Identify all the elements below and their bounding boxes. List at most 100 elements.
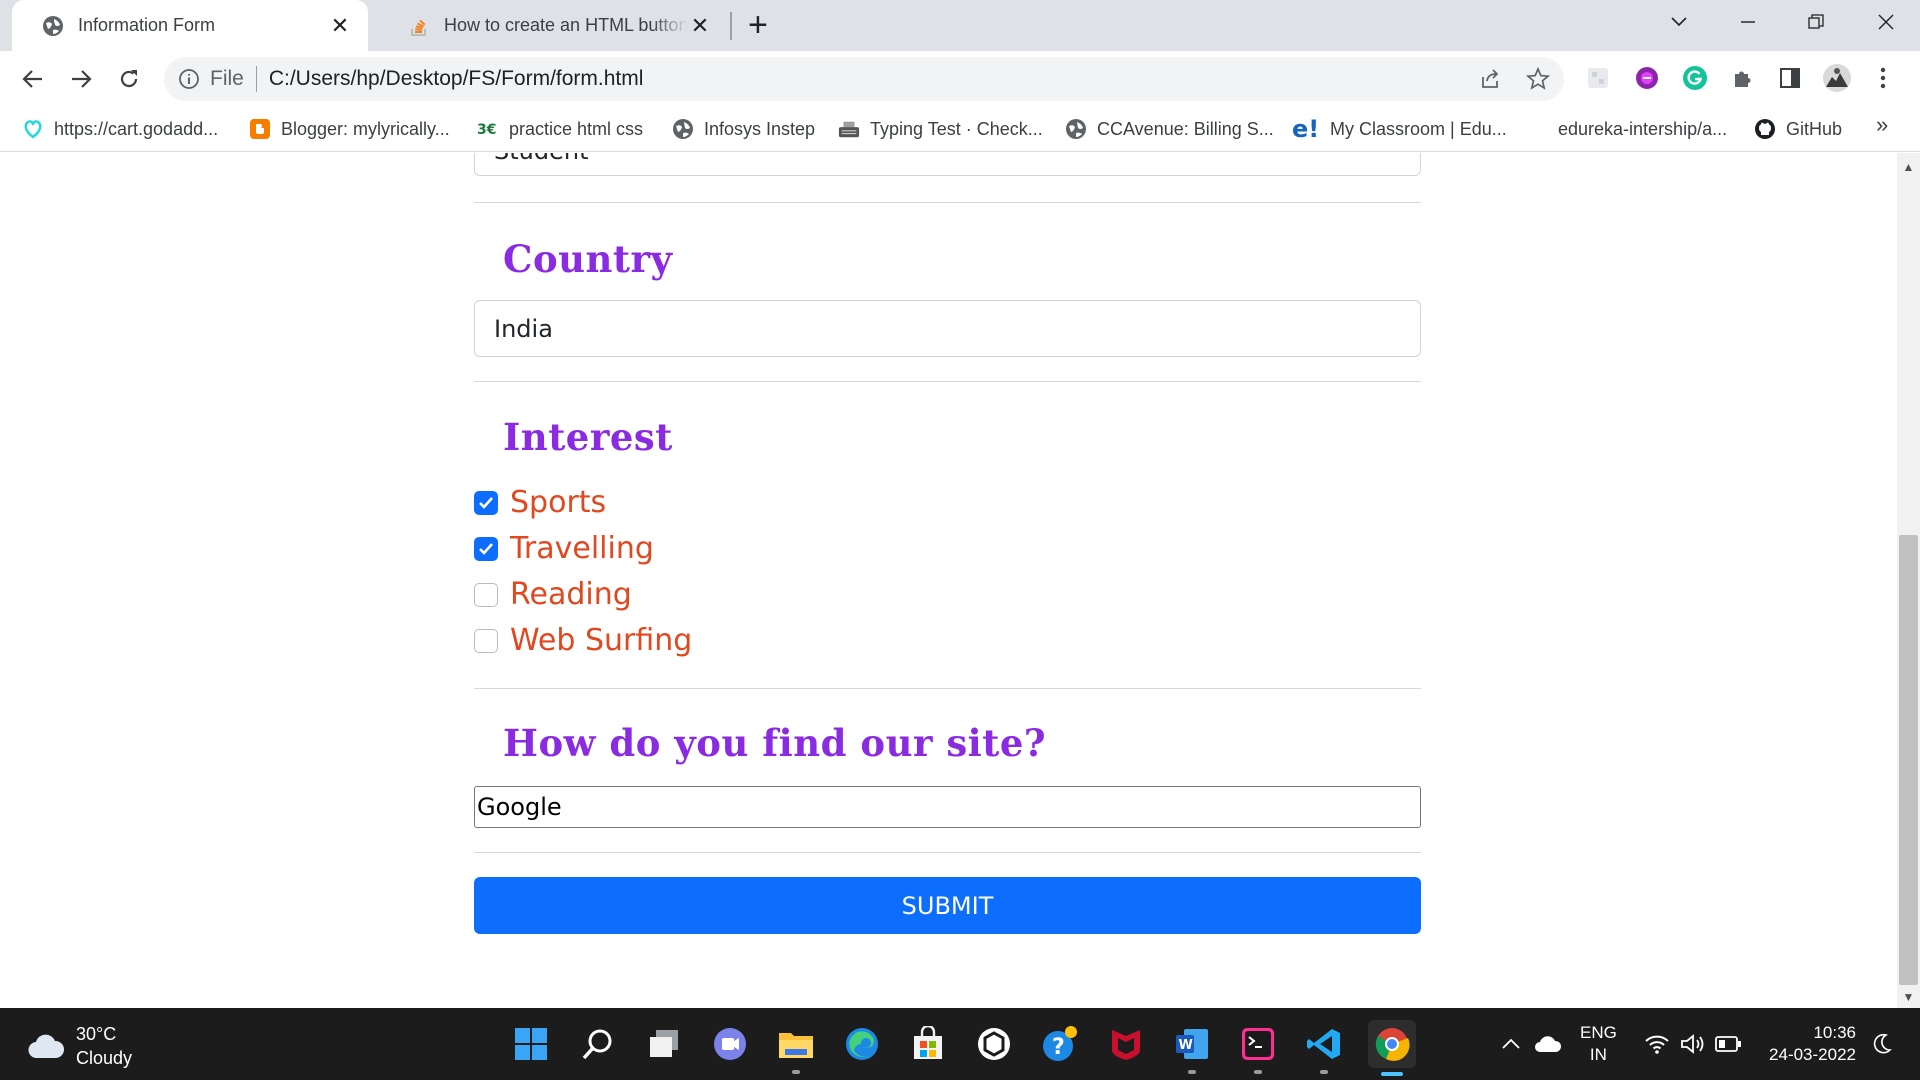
grammarly-icon[interactable] [1680,63,1710,93]
tab-information-form[interactable]: Information Form ✕ [12,0,368,51]
country-heading: Country [503,237,673,281]
vscode-icon[interactable] [1302,1022,1346,1066]
close-icon[interactable]: ✕ [688,13,712,39]
weather-condition: Cloudy [76,1048,133,1068]
edureka-icon: e! [1292,117,1320,141]
chrome-icon[interactable] [1368,1020,1416,1068]
chatgpt-icon[interactable] [972,1022,1016,1066]
bookmark-typing-test[interactable]: Typing Test · Check... [838,115,1043,143]
bookmark-ccavenue[interactable]: CCAvenue: Billing S... [1065,115,1274,143]
bookmark-my-classroom[interactable]: e! My Classroom | Edu... [1292,115,1507,143]
edge-icon[interactable] [840,1022,884,1066]
checkbox-checked[interactable] [474,536,498,561]
puzzle-icon[interactable] [1728,63,1758,93]
address-bar[interactable]: File C:/Users/hp/Desktop/FS/Form/form.ht… [164,57,1564,101]
browser-toolbar: File C:/Users/hp/Desktop/FS/Form/form.ht… [0,51,1920,106]
avatar[interactable] [1822,63,1852,93]
share-icon[interactable] [1474,62,1508,96]
volume-icon[interactable] [1680,1008,1706,1080]
new-tab-icon[interactable]: + [748,8,768,42]
scroll-down-icon[interactable]: ▼ [1900,990,1917,1006]
chevron-down-icon[interactable] [1655,0,1703,44]
html-icon: 3€ [477,118,499,140]
search-icon[interactable] [576,1022,620,1066]
file-explorer-icon[interactable] [774,1022,818,1066]
country-input[interactable]: India [474,300,1421,357]
checkbox-checked[interactable] [474,490,498,515]
url-text[interactable]: C:/Users/hp/Desktop/FS/Form/form.html [269,67,644,91]
svg-text:W: W [1179,1038,1193,1053]
teams-chat-icon[interactable] [708,1022,752,1066]
running-indicator [792,1070,800,1074]
bookmark-practice-html[interactable]: 3€ practice html css [477,115,643,143]
bookmark-godaddy[interactable]: https://cart.godadd... [22,115,218,143]
side-panel-icon[interactable] [1775,63,1805,93]
bookmark-blogger[interactable]: Blogger: mylyrically... [249,115,450,143]
language-indicator[interactable]: ENG IN [1580,1022,1617,1066]
submit-button[interactable]: SUBMIT [474,877,1421,934]
extension-purple-icon[interactable] [1632,63,1662,93]
show-hidden-icons[interactable] [1500,1008,1522,1080]
running-indicator [1320,1070,1328,1074]
interest-web-surfing[interactable]: Web Surfing [474,623,692,658]
windows-start-icon[interactable] [509,1022,553,1066]
mcafee-icon[interactable] [1104,1022,1148,1066]
weather-widget[interactable]: 30°C Cloudy [28,1022,132,1070]
extension-icon[interactable] [1583,63,1613,93]
tab-separator [730,12,732,40]
bookmark-infosys[interactable]: Infosys Instep [672,115,815,143]
bookmarks-overflow-icon[interactable]: » [1876,112,1888,138]
close-window-icon[interactable] [1862,0,1910,44]
tab-html-button[interactable]: How to create an HTML button that acts l… [378,0,728,51]
interest-reading[interactable]: Reading [474,577,632,612]
scheme-label: File [210,67,244,90]
more-menu-icon[interactable] [1868,63,1898,93]
section-divider [474,688,1421,689]
interest-heading: Interest [503,415,673,459]
page-viewport: Student Country India Interest Sports Tr… [0,153,1897,1008]
find-site-heading: How do you find our site? [503,721,1047,765]
bookmark-edureka-internship[interactable]: edureka-intership/a... [1526,115,1727,143]
active-indicator [1381,1072,1403,1076]
checkbox-unchecked[interactable] [474,628,498,653]
store-icon[interactable] [906,1022,950,1066]
godaddy-icon [22,118,44,140]
word-icon[interactable]: W [1170,1022,1214,1066]
bookmark-star-icon[interactable] [1521,62,1555,96]
bookmark-github[interactable]: GitHub [1754,115,1842,143]
time: 10:36 [1813,1023,1856,1042]
close-icon[interactable]: ✕ [328,13,352,39]
terminal-icon[interactable] [1236,1022,1280,1066]
taskbar: 30°C Cloudy ? W ENG IN 10:36 24-03-2022 [0,1008,1920,1080]
section-divider [474,852,1421,853]
occupation-input[interactable]: Student [474,153,1421,176]
info-icon[interactable] [178,68,200,90]
minimize-icon[interactable] [1724,0,1772,44]
back-icon[interactable] [13,59,53,99]
scroll-up-icon[interactable]: ▲ [1900,160,1917,176]
battery-icon[interactable] [1714,1008,1742,1080]
bookmarks-bar: https://cart.godadd... Blogger: mylyrica… [0,106,1920,152]
running-indicator [1188,1070,1196,1074]
running-indicator [1254,1070,1262,1074]
restore-icon[interactable] [1792,0,1840,44]
clock[interactable]: 10:36 24-03-2022 [1756,1022,1856,1066]
task-view-icon[interactable] [642,1022,686,1066]
svg-text:e!: e! [1292,117,1319,141]
svg-text:?: ? [1052,1035,1065,1060]
interest-travelling[interactable]: Travelling [474,531,654,566]
scrollbar-thumb[interactable] [1899,535,1918,985]
interest-sports[interactable]: Sports [474,485,606,520]
tab-title: Information Form [78,15,216,35]
checkbox-unchecked[interactable] [474,582,498,607]
wifi-icon[interactable] [1644,1008,1670,1080]
temperature: 30°C [76,1024,117,1044]
globe-icon [43,15,63,36]
stackoverflow-icon [411,19,426,36]
forward-icon[interactable] [61,59,101,99]
reload-icon[interactable] [109,59,149,99]
focus-assist-icon[interactable] [1872,1008,1892,1080]
help-icon[interactable]: ? [1038,1022,1082,1066]
find-site-input[interactable]: Google [474,786,1421,828]
onedrive-icon[interactable] [1534,1008,1562,1080]
